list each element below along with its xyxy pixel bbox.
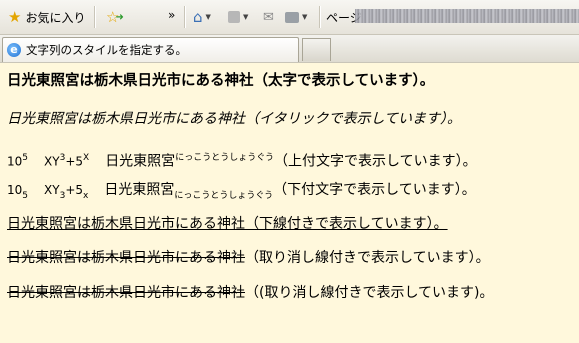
mail-icon: ✉ <box>263 9 274 25</box>
ie-page-icon: e <box>7 43 21 57</box>
tab-current[interactable]: e 文字列のスタイルを指定する。 <box>2 37 299 62</box>
toolbar-separator <box>94 6 96 28</box>
subscript-line: 105 XY3+5x 日光東照宮にっこうとうしょうぐう（下付文字で表示しています）。 <box>7 182 476 201</box>
underline-line: 日光東照宮は栃木県日光市にある神社（下線付きで表示しています）。 <box>7 216 448 232</box>
home-icon: ⌂ <box>193 7 203 26</box>
star-icon: ★ <box>8 7 22 26</box>
toolbar-separator <box>319 6 321 28</box>
italic-line: 日光東照宮は栃木県日光市にある神社（イタリックで表示しています）。 <box>7 111 462 127</box>
partial-strikethrough-line: 日光東照宮は栃木県日光市にある神社（(取り消し線付きで表示しています)。 <box>7 285 494 301</box>
tab-bar: e 文字列のスタイルを指定する。 <box>0 35 579 63</box>
chevron-down-icon: ▼ <box>302 13 308 21</box>
obscured-toolbar-region <box>355 9 579 23</box>
strikethrough-line: 日光東照宮は栃木県日光市にある神社（取り消し線付きで表示しています）。 <box>7 250 490 266</box>
mail-button[interactable]: ✉ <box>263 6 274 28</box>
favorites-button[interactable]: ★ お気に入り <box>8 6 85 28</box>
add-favorite-button[interactable]: ☆ ➜ <box>106 6 124 28</box>
new-tab-button[interactable] <box>302 38 331 61</box>
feeds-button[interactable]: ▼ <box>228 6 248 28</box>
bold-line: 日光東照宮は栃木県日光市にある神社（太字で表示しています）。 <box>7 73 435 89</box>
toolbar-overflow-chevron[interactable]: » <box>168 4 175 26</box>
superscript-line: 105 XY3+5X 日光東照宮にっこうとうしょうぐう（上付文字で表示しています）。 <box>7 153 477 170</box>
chevron-down-icon: ▼ <box>243 13 249 21</box>
green-arrow-icon: ➜ <box>115 11 124 23</box>
tab-title: 文字列のスタイルを指定する。 <box>26 43 187 57</box>
print-button[interactable]: ▼ <box>285 6 307 28</box>
favorites-label: お気に入り <box>25 10 86 25</box>
rss-feed-icon <box>228 11 240 23</box>
printer-icon <box>285 11 299 23</box>
home-button[interactable]: ⌂ ▼ <box>193 6 211 28</box>
browser-toolbar: ★ お気に入り ☆ ➜ » ⌂ ▼ ▼ ✉ ▼ ページ <box>0 0 579 35</box>
chevron-down-icon: ▼ <box>205 13 211 21</box>
toolbar-separator <box>184 6 186 28</box>
